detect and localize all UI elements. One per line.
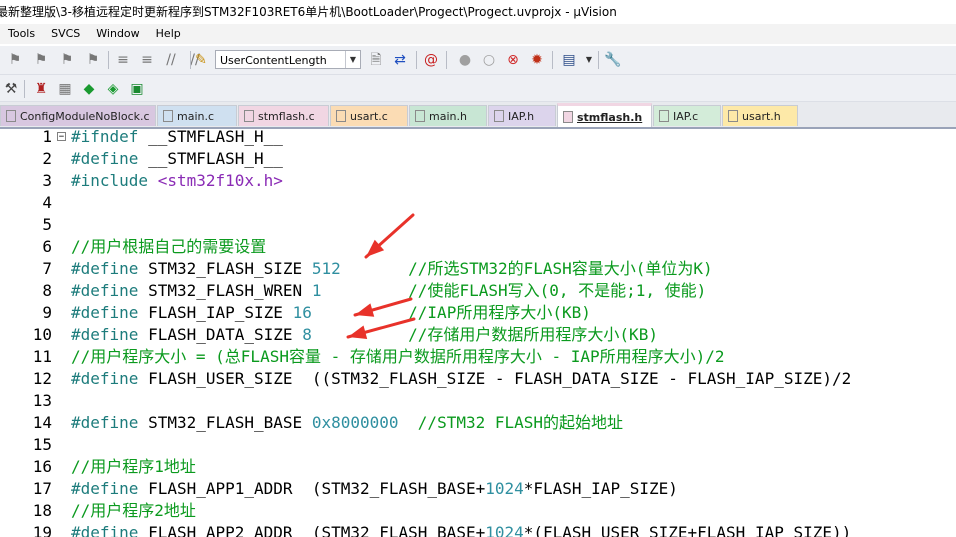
configure-wrench-icon[interactable]: 🔧 xyxy=(604,51,622,69)
breakpoint-enable-icon[interactable]: ○ xyxy=(480,51,498,69)
tab-label: IAP.c xyxy=(673,110,699,123)
tab-main-h[interactable]: main.h xyxy=(409,105,487,126)
annotation-arrow-head xyxy=(348,325,368,340)
breakpoint-kill-all-icon[interactable]: ✹ xyxy=(528,51,546,69)
window-title: 最新整理版\3-移植远程定时更新程序到STM32F103RET6单片机\Boot… xyxy=(0,0,956,24)
project-toolbar: ⚒ ♜ ▦ ◆ ◈ ▣ xyxy=(0,75,956,102)
tab-usart-h[interactable]: usart.h xyxy=(722,105,798,126)
annotation-arrow-head xyxy=(355,303,375,317)
editor-tabs: ConfigModuleNoBlock.c main.c stmflash.c … xyxy=(0,102,956,129)
package-icon[interactable]: ▣ xyxy=(128,80,146,98)
menu-svcs[interactable]: SVCS xyxy=(43,24,88,44)
c-file-icon xyxy=(163,110,173,122)
indent-icon[interactable]: ≡ xyxy=(114,51,132,69)
bookmark-toggle-icon[interactable]: ⚑ xyxy=(6,51,24,69)
find-combo-value: UserContentLength xyxy=(220,54,327,67)
toolbar-separator xyxy=(446,51,447,69)
menu-window[interactable]: Window xyxy=(88,24,147,44)
tab-stmflash-c[interactable]: stmflash.c xyxy=(238,105,329,126)
toolbar-separator xyxy=(190,51,191,69)
c-file-icon xyxy=(244,110,254,122)
incremental-find-icon[interactable]: ⇄ xyxy=(391,51,409,69)
main-toolbar: ⚑ ⚑ ⚑ ⚑ ≡ ≡ // // ✎ UserContentLength ▼ … xyxy=(0,46,956,75)
toolbar-separator xyxy=(416,51,417,69)
tab-label: usart.c xyxy=(350,110,388,123)
tab-iap-h[interactable]: IAP.h xyxy=(488,105,556,126)
tab-label: stmflash.h xyxy=(577,111,643,124)
rte-icon[interactable]: ◈ xyxy=(104,80,122,98)
breakpoint-insert-icon[interactable]: ● xyxy=(456,51,474,69)
chevron-down-icon[interactable]: ▼ xyxy=(345,51,360,68)
menu-tools[interactable]: Tools xyxy=(0,24,43,44)
unindent-icon[interactable]: ≡ xyxy=(138,51,156,69)
h-file-icon xyxy=(563,111,573,123)
tab-configmodulenoblock-c[interactable]: ConfigModuleNoBlock.c xyxy=(0,105,156,126)
c-file-icon xyxy=(6,110,16,122)
tab-label: main.h xyxy=(429,110,467,123)
tab-label: usart.h xyxy=(742,110,781,123)
bookmark-clear-icon[interactable]: ⚑ xyxy=(84,51,102,69)
bookmark-prev-icon[interactable]: ⚑ xyxy=(32,51,50,69)
breakpoint-disable-all-icon[interactable]: ⊗ xyxy=(504,51,522,69)
h-file-icon xyxy=(494,110,504,122)
c-file-icon xyxy=(336,110,346,122)
find-combo[interactable]: UserContentLength ▼ xyxy=(215,50,361,69)
tab-main-c[interactable]: main.c xyxy=(157,105,237,126)
pack-installer-icon[interactable]: ◆ xyxy=(80,80,98,98)
find-in-files-icon[interactable]: ✎ xyxy=(192,51,210,69)
toolbar-separator xyxy=(108,51,109,69)
toolbar-separator xyxy=(24,80,25,98)
chevron-down-icon[interactable]: ▼ xyxy=(580,51,598,69)
tab-label: IAP.h xyxy=(508,110,535,123)
comment-icon[interactable]: // xyxy=(162,51,180,69)
tab-label: main.c xyxy=(177,110,215,123)
menu-help[interactable]: Help xyxy=(148,24,189,44)
debug-start-icon[interactable]: @ xyxy=(422,51,440,69)
toolbar-separator xyxy=(552,51,553,69)
code-editor[interactable]: 1− #ifndef __STMFLASH_H__ 2 #define __STMFL… xyxy=(0,129,956,537)
tab-iap-c[interactable]: IAP.c xyxy=(653,105,721,126)
window-layout-icon[interactable]: ▤ xyxy=(560,51,578,69)
menu-bar: Tools SVCS Window Help xyxy=(0,24,956,44)
tab-label: ConfigModuleNoBlock.c xyxy=(20,110,150,123)
bookmark-next-icon[interactable]: ⚑ xyxy=(58,51,76,69)
annotation-arrows xyxy=(346,213,416,340)
tab-stmflash-h[interactable]: stmflash.h xyxy=(557,103,652,127)
tab-label: stmflash.c xyxy=(258,110,315,123)
manage-components-icon[interactable]: ♜ xyxy=(32,80,50,98)
tab-usart-c[interactable]: usart.c xyxy=(330,105,408,126)
find-icon[interactable]: 🗎 xyxy=(367,51,385,69)
toolbar-separator xyxy=(598,51,599,69)
h-file-icon xyxy=(728,110,738,122)
c-file-icon xyxy=(659,110,669,122)
magic-wand-icon[interactable]: ⚒ xyxy=(2,80,20,98)
h-file-icon xyxy=(415,110,425,122)
select-software-packs-icon[interactable]: ▦ xyxy=(56,80,74,98)
